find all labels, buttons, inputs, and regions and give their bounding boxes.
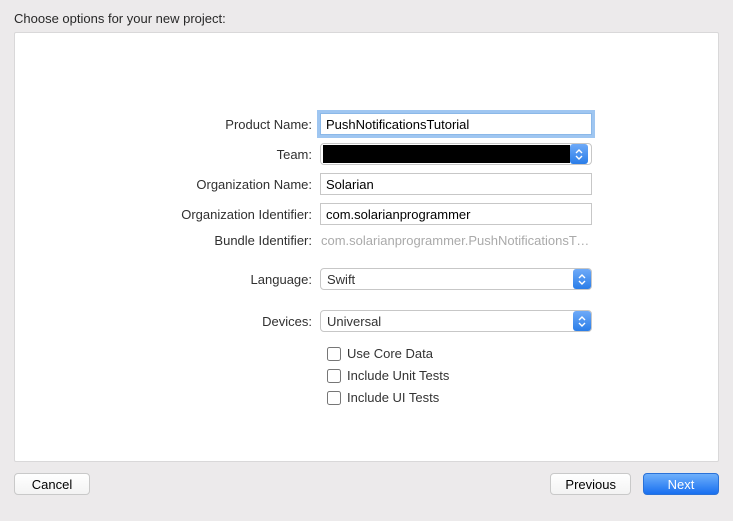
bundle-identifier-value: com.solarianprogrammer.PushNotifications… xyxy=(320,233,592,248)
previous-button[interactable]: Previous xyxy=(550,473,631,495)
devices-value: Universal xyxy=(321,314,573,329)
cancel-button[interactable]: Cancel xyxy=(14,473,90,495)
button-bar: Cancel Previous Next xyxy=(0,462,733,506)
org-identifier-label: Organization Identifier: xyxy=(15,207,320,222)
product-name-label: Product Name: xyxy=(15,117,320,132)
bundle-identifier-label: Bundle Identifier: xyxy=(15,233,320,248)
team-value-redacted xyxy=(323,145,570,163)
org-name-label: Organization Name: xyxy=(15,177,320,192)
include-unit-tests-label: Include Unit Tests xyxy=(347,368,449,383)
include-ui-tests-label: Include UI Tests xyxy=(347,390,439,405)
language-label: Language: xyxy=(15,272,320,287)
next-button[interactable]: Next xyxy=(643,473,719,495)
org-name-input[interactable] xyxy=(320,173,592,195)
team-label: Team: xyxy=(15,147,320,162)
product-name-input[interactable] xyxy=(320,113,592,135)
chevron-up-down-icon xyxy=(573,269,591,289)
use-core-data-label: Use Core Data xyxy=(347,346,433,361)
devices-select[interactable]: Universal xyxy=(320,310,592,332)
org-identifier-input[interactable] xyxy=(320,203,592,225)
language-select[interactable]: Swift xyxy=(320,268,592,290)
use-core-data-checkbox[interactable] xyxy=(327,347,341,361)
include-ui-tests-checkbox[interactable] xyxy=(327,391,341,405)
form-panel: Product Name: Team: Organization Name: O… xyxy=(14,32,719,462)
team-select[interactable] xyxy=(320,143,592,165)
chevron-up-down-icon xyxy=(570,144,588,164)
include-unit-tests-checkbox[interactable] xyxy=(327,369,341,383)
devices-label: Devices: xyxy=(15,314,320,329)
dialog-title: Choose options for your new project: xyxy=(0,0,733,32)
language-value: Swift xyxy=(321,272,573,287)
chevron-up-down-icon xyxy=(573,311,591,331)
